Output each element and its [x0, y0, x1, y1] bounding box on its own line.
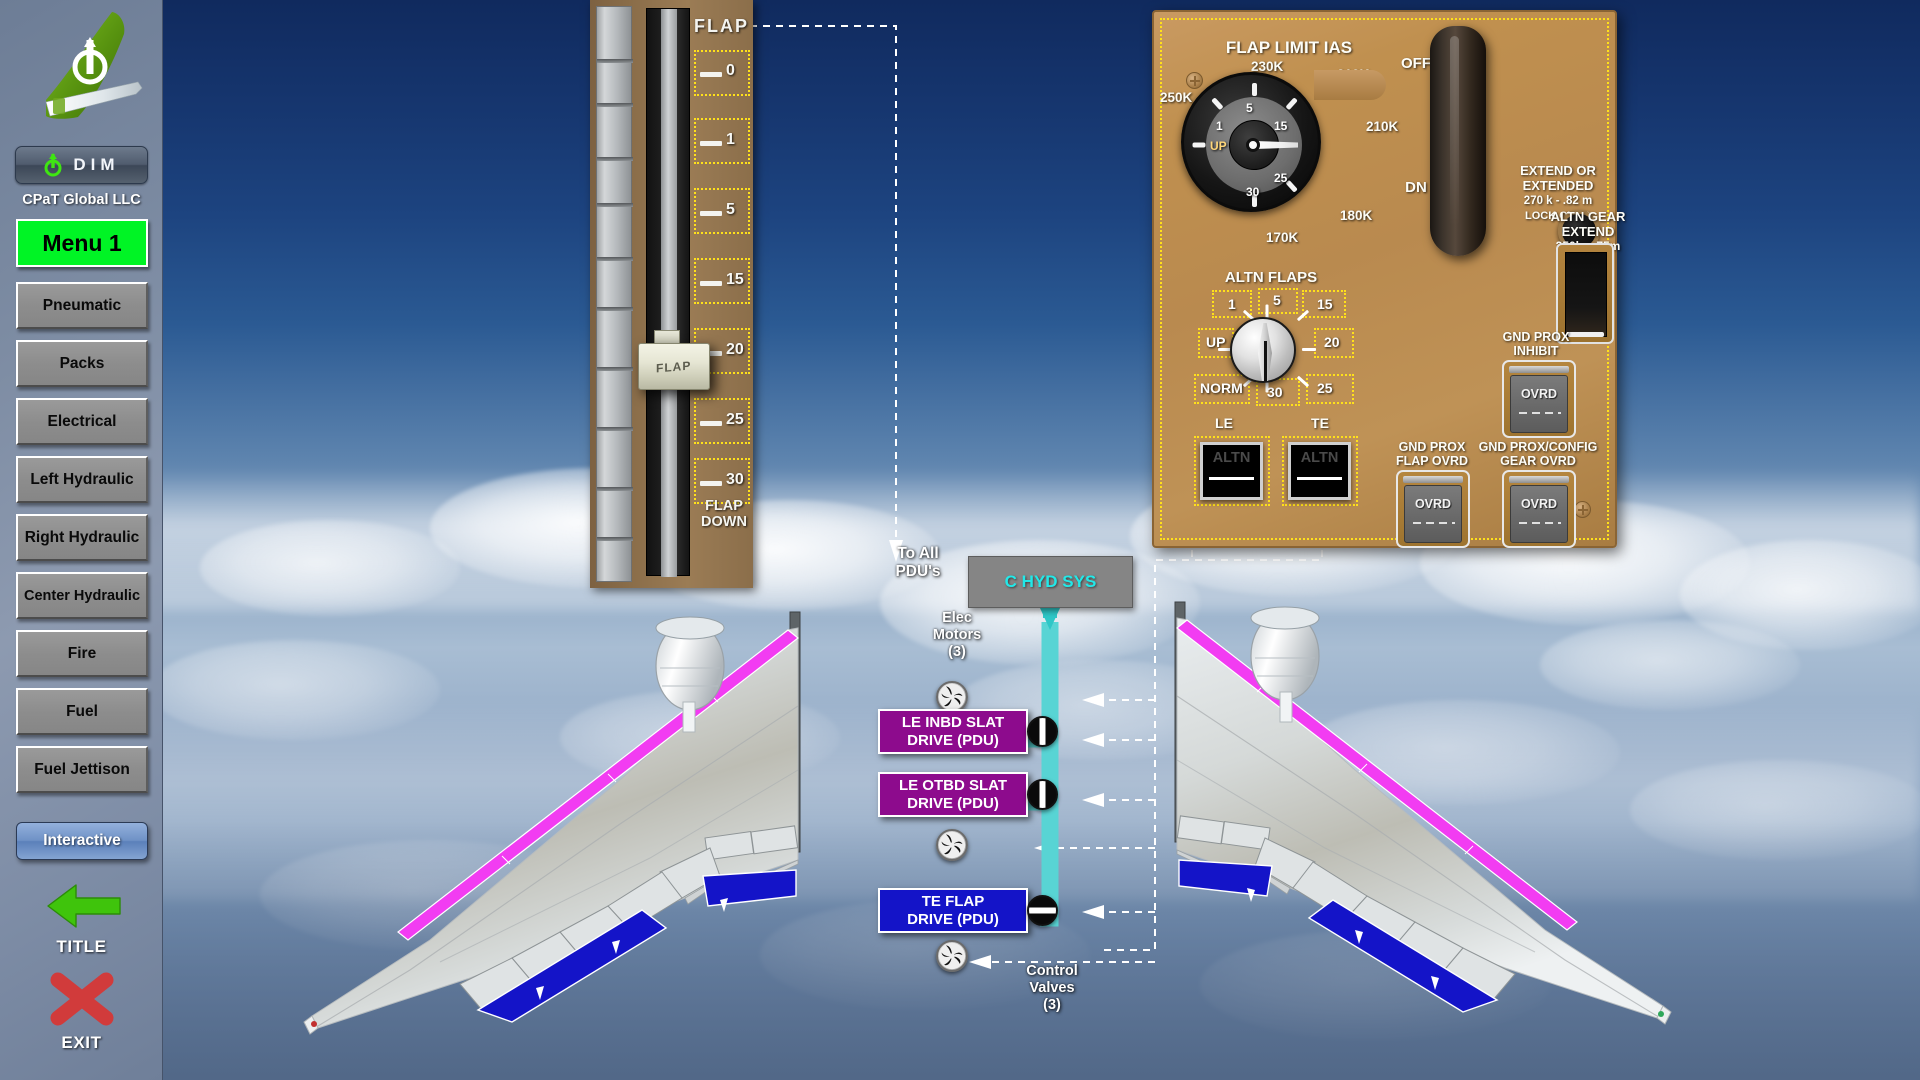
airline-tail-logo-icon [45, 12, 143, 119]
sidebar-item-fuel[interactable]: Fuel [16, 688, 148, 735]
gnd-prox-flap-ovrd-text: OVRD [1414, 497, 1452, 511]
flap-handle-label: FLAP [656, 357, 692, 376]
right-wing-diagram [1174, 601, 1672, 1025]
altn-pos-norm[interactable]: NORM [1200, 380, 1243, 396]
interactive-button[interactable]: Interactive [16, 822, 148, 860]
quadrant-left-rail [596, 6, 633, 582]
le-otbd-control-valve-icon[interactable] [1027, 779, 1058, 810]
close-x-icon [50, 972, 113, 1026]
gnd-prox-inhibit-label: GND PROX INHIBIT [1502, 330, 1570, 358]
flap-limit-ias-title: FLAP LIMIT IAS [1225, 38, 1353, 57]
altn-pos-15[interactable]: 15 [1317, 296, 1333, 312]
flap-detent-5-label: 5 [726, 201, 735, 218]
power-symbol-icon [44, 153, 62, 177]
flap-detent-25-label: 25 [726, 411, 744, 428]
sidebar-item-fire[interactable]: Fire [16, 630, 148, 677]
te-altn-annunciator[interactable]: ALTN [1288, 442, 1351, 500]
flap-detent-20-label: 20 [726, 341, 744, 358]
sidebar-item-center-hydraulic[interactable]: Center Hydraulic [16, 572, 148, 619]
dial-label-30: 30 [1246, 185, 1260, 199]
title-button-label: TITLE [56, 937, 107, 956]
te-flap-drive-pdu[interactable]: TE FLAP DRIVE (PDU) [878, 888, 1028, 933]
flap-lever-handle[interactable]: FLAP [638, 343, 710, 390]
flap-detent-1-label: 1 [726, 131, 735, 148]
elec-motors-label: Elec Motors (3) [932, 610, 982, 660]
le-inbd-slat-drive-pdu[interactable]: LE INBD SLAT DRIVE (PDU) [878, 709, 1028, 754]
overhead-flap-control-panel: FLAP LIMIT IAS 230K 210K 210K 250K 180K … [1152, 10, 1625, 548]
back-arrow-icon [46, 884, 121, 928]
flap-quadrant-title: FLAP [694, 16, 749, 36]
limit-speed-left: 250K [1160, 90, 1193, 105]
altn-te-label: TE [1311, 415, 1329, 431]
panel-screw-icon [1574, 501, 1591, 518]
elec-motor-icon [936, 940, 968, 972]
te-flap-control-valve-icon[interactable] [1027, 895, 1058, 926]
gnd-prox-inhibit-ovrd-text: OVRD [1520, 387, 1558, 401]
company-name: CPaT Global LLC [22, 192, 141, 208]
altn-pos-1[interactable]: 1 [1228, 296, 1236, 312]
sidebar-nav-list: Pneumatic Packs Electrical Left Hydrauli… [16, 282, 148, 804]
dial-label-1: 1 [1216, 119, 1223, 133]
limit-speed-bottom: 170K [1266, 230, 1299, 245]
gnd-prox-config-gear-ovrd-text: OVRD [1520, 497, 1558, 511]
flap-down-label: FLAP DOWN [701, 498, 747, 531]
altn-pos-25[interactable]: 25 [1317, 380, 1333, 396]
exit-button-label: EXIT [61, 1033, 102, 1052]
sidebar-item-electrical[interactable]: Electrical [16, 398, 148, 445]
flap-position-dial[interactable]: 5 1 15 UP 25 30 [1181, 72, 1321, 212]
dial-label-25: 25 [1274, 171, 1288, 185]
title-button[interactable]: TITLE [0, 878, 163, 957]
altn-pos-20[interactable]: 20 [1324, 334, 1340, 350]
quadrant-lever-slot [646, 8, 690, 577]
dim-label: DIM [73, 155, 120, 174]
sidebar-item-packs[interactable]: Packs [16, 340, 148, 387]
app-stage: DIM CPaT Global LLC Menu 1 Pneumatic Pac… [0, 0, 1920, 1080]
gnd-prox-flap-ovrd-switch[interactable]: OVRD [1396, 470, 1470, 548]
control-valves-label: Control Valves (3) [1026, 963, 1078, 1013]
te-altn-label: ALTN [1300, 450, 1339, 466]
exit-button[interactable]: EXIT [0, 968, 163, 1053]
sidebar-item-pneumatic[interactable]: Pneumatic [16, 282, 148, 329]
gnd-prox-config-gear-ovrd-switch[interactable]: OVRD [1502, 470, 1576, 548]
altn-flaps-title: ALTN FLAPS [1224, 269, 1318, 286]
flap-lever-handle-panel[interactable] [1430, 26, 1486, 256]
dial-pointer-hub [1246, 138, 1260, 152]
dial-label-15: 15 [1274, 119, 1288, 133]
panel-screw-icon [1186, 72, 1203, 89]
altn-flaps-selector-knob[interactable] [1230, 317, 1296, 383]
elec-motor-icon [936, 829, 968, 861]
flap-detent-0-label: 0 [726, 62, 735, 79]
altn-pos-5[interactable]: 5 [1273, 292, 1281, 308]
c-hyd-sys-box[interactable]: C HYD SYS [968, 556, 1133, 608]
dial-label-up: UP [1210, 139, 1227, 153]
dim-button[interactable]: DIM [15, 146, 148, 184]
menu-header-button[interactable]: Menu 1 [16, 219, 148, 267]
sidebar-item-right-hydraulic[interactable]: Right Hydraulic [16, 514, 148, 561]
dial-label-5: 5 [1246, 101, 1253, 115]
left-wing-diagram [303, 611, 801, 1035]
flap-detent-15-label: 15 [726, 271, 744, 288]
sidebar-item-fuel-jettison[interactable]: Fuel Jettison [16, 746, 148, 793]
le-altn-annunciator[interactable]: ALTN [1200, 442, 1263, 500]
gnd-prox-config-gear-ovrd-label: GND PROX/CONFIG GEAR OVRD [1478, 440, 1598, 468]
flap-lever-quadrant: FLAP 0 1 5 15 20 25 30 FLAP DOWN FLAP [590, 0, 753, 588]
gnd-prox-inhibit-switch[interactable]: OVRD [1502, 360, 1576, 438]
flap-detent-30-label: 30 [726, 471, 744, 488]
to-all-pdus-label: To All PDU's [895, 545, 941, 580]
limit-speed-lower-right: 180K [1340, 208, 1373, 223]
sidebar-item-left-hydraulic[interactable]: Left Hydraulic [16, 456, 148, 503]
le-inbd-control-valve-icon[interactable] [1027, 716, 1058, 747]
sidebar: DIM CPaT Global LLC Menu 1 Pneumatic Pac… [0, 0, 163, 1080]
le-otbd-slat-drive-pdu[interactable]: LE OTBD SLAT DRIVE (PDU) [878, 772, 1028, 817]
le-altn-label: ALTN [1212, 450, 1251, 466]
altn-le-label: LE [1215, 415, 1233, 431]
limit-speed-right: 210K [1366, 119, 1399, 134]
dial-side-tab [1314, 70, 1386, 100]
altn-pos-30[interactable]: 30 [1267, 384, 1283, 400]
altn-gear-extend-switch[interactable] [1556, 243, 1614, 344]
